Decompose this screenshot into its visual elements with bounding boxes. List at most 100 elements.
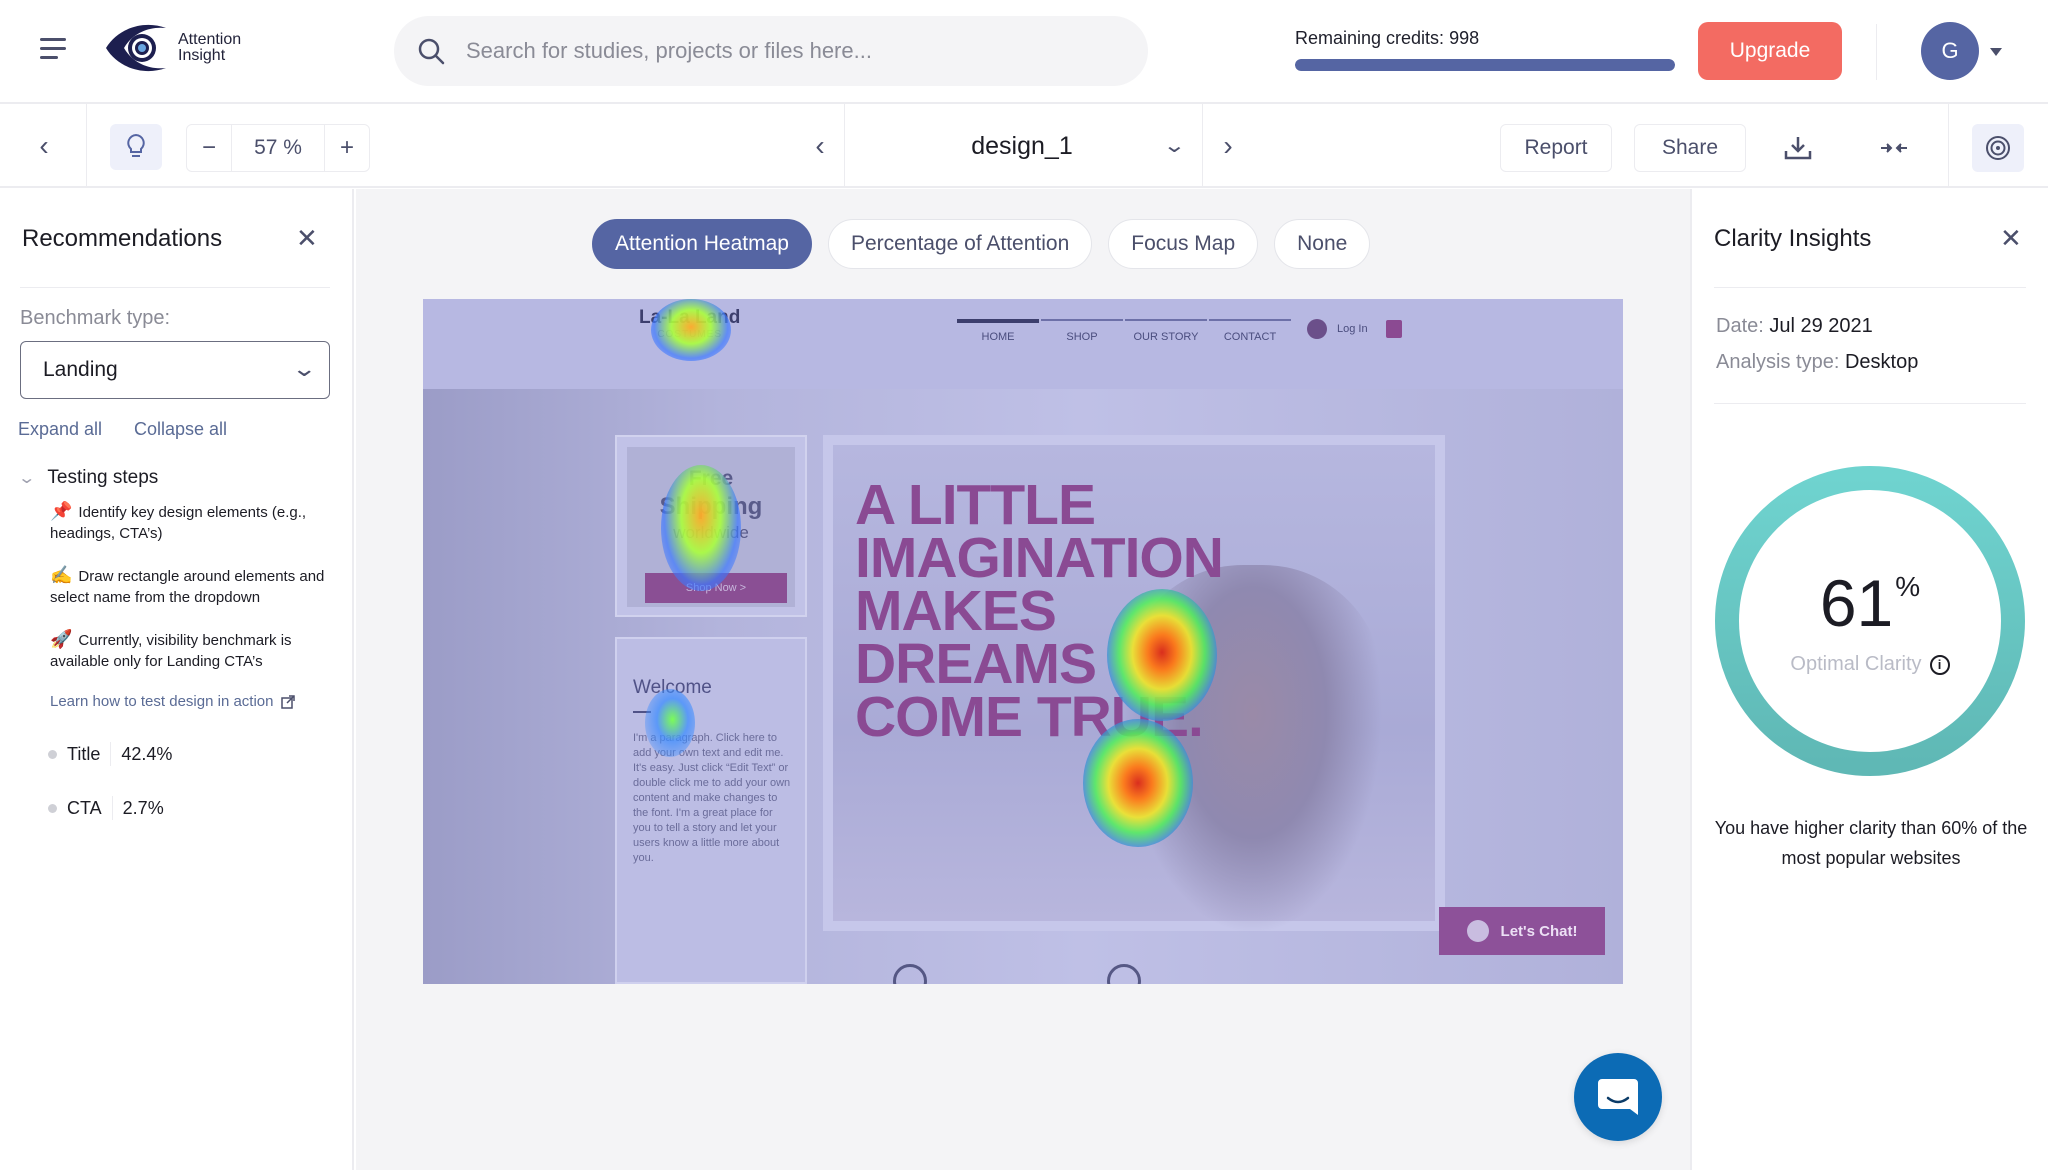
info-icon[interactable]: i: [1929, 654, 1950, 675]
chevron-down-icon: ⌄: [17, 470, 37, 487]
preview-login: Log In: [1307, 319, 1402, 339]
preview-welcome-text: I'm a paragraph. Click here to add your …: [633, 732, 791, 864]
clarity-insights-panel: Clarity Insights ✕ Date: Jul 29 2021 Ana…: [1690, 189, 2048, 1170]
preview-welcome-card: Welcome I'm a paragraph. Click here to a…: [615, 637, 807, 984]
chevron-down-icon: ⌄: [1162, 135, 1186, 157]
close-icon[interactable]: ✕: [296, 225, 318, 251]
share-button[interactable]: Share: [1634, 124, 1746, 172]
zoom-out-button[interactable]: −: [187, 125, 231, 171]
logo-text: Attention Insight: [178, 32, 241, 64]
credits-progress-bar: [1295, 59, 1675, 71]
learn-how-link[interactable]: Learn how to test design in action: [50, 693, 296, 710]
logo[interactable]: Attention Insight: [104, 22, 241, 74]
target-icon: [1986, 136, 2010, 160]
divider: [1714, 287, 2026, 288]
preview-site-header: La-La Land COSTUMES HOME SHOP OUR STORY …: [423, 299, 1623, 389]
preview-brand-name: La-La Land: [639, 307, 741, 328]
recommendations-toggle-button[interactable]: [110, 124, 162, 170]
tab-none[interactable]: None: [1274, 219, 1371, 269]
step-text: Currently, visibility benchmark is avail…: [50, 632, 292, 670]
chevron-right-icon: ›: [1223, 130, 1233, 161]
panel-title: Clarity Insights: [1714, 225, 1872, 252]
panel-title: Recommendations: [22, 225, 223, 252]
metric-row-title[interactable]: Title 42.4%: [48, 742, 172, 766]
chat-support-button[interactable]: [1574, 1053, 1662, 1141]
preview-promo-card: Free Shipping worldwide Shop Now >: [615, 435, 807, 617]
status-dot: [48, 749, 57, 759]
smiley-icon: [1466, 920, 1489, 942]
preview-nav-item: SHOP: [1041, 319, 1123, 343]
chat-bubble-icon: [1598, 1079, 1638, 1115]
user-icon: [1307, 319, 1327, 339]
testing-step: 📌 Identify key design elements (e.g., hea…: [50, 501, 340, 544]
date-value: Jul 29 2021: [1769, 315, 1873, 337]
preview-chat-label: Let's Chat!: [1500, 922, 1578, 940]
design-name: design_1: [971, 131, 1073, 160]
clarity-score: 61%: [1714, 565, 2026, 641]
metric-value: 2.7%: [122, 797, 164, 818]
chevron-down-icon: ⌄: [290, 356, 317, 381]
menu-icon[interactable]: [40, 38, 68, 64]
step-text: Draw rectangle around elements and selec…: [50, 568, 325, 606]
divider: [633, 711, 651, 713]
previous-design-button[interactable]: ‹: [798, 122, 842, 170]
metric-row-cta[interactable]: CTA 2.7%: [48, 796, 164, 820]
preview-login-text: Log In: [1337, 323, 1368, 335]
preview-welcome-title: Welcome: [633, 677, 712, 698]
divider: [110, 742, 112, 766]
report-button[interactable]: Report: [1500, 124, 1612, 172]
chevron-left-icon: ‹: [815, 130, 825, 161]
preview-headline-line: A LITTLE: [855, 473, 1096, 537]
zoom-level: 57 %: [231, 125, 325, 171]
upgrade-button[interactable]: Upgrade: [1698, 22, 1842, 80]
testing-step: 🚀 Currently, visibility benchmark is avai…: [50, 629, 340, 672]
tab-focus-map[interactable]: Focus Map: [1108, 219, 1259, 269]
testing-steps-toggle[interactable]: ⌄ Testing steps: [17, 467, 158, 489]
metric-value: 42.4%: [121, 743, 173, 764]
tab-percentage-of-attention[interactable]: Percentage of Attention: [827, 219, 1093, 269]
preview-hero: Free Shipping worldwide Shop Now > Welco…: [423, 389, 1623, 984]
zoom-in-button[interactable]: +: [325, 125, 369, 171]
preview-shop-now-button: Shop Now >: [645, 573, 787, 603]
divider: [111, 796, 113, 820]
preview-circle-icon: [893, 964, 927, 984]
benchmark-type-select[interactable]: Landing ⌄: [20, 341, 330, 399]
lightbulb-icon: [127, 133, 145, 157]
close-icon[interactable]: ✕: [2000, 225, 2022, 251]
preview-nav-item: HOME: [957, 319, 1039, 343]
next-design-button[interactable]: ›: [1206, 122, 1250, 170]
pushpin-icon: 📌: [50, 501, 73, 521]
expand-all-button[interactable]: Expand all: [18, 419, 102, 440]
preview-chat-button: Let's Chat!: [1439, 907, 1605, 955]
recommendations-panel: Recommendations ✕ Benchmark type: Landin…: [0, 189, 354, 1170]
tab-attention-heatmap[interactable]: Attention Heatmap: [592, 219, 812, 269]
design-preview[interactable]: La-La Land COSTUMES HOME SHOP OUR STORY …: [423, 299, 1623, 984]
divider: [86, 104, 87, 188]
clarity-comparison-note: You have higher clarity than 60% of the …: [1714, 818, 2028, 868]
avatar[interactable]: G: [1921, 22, 1979, 80]
download-button[interactable]: [1776, 124, 1820, 172]
credits-meter: Remaining credits: 998: [1295, 28, 1675, 71]
preview-bottom-icons: [893, 964, 1141, 984]
analysis-date: Date: Jul 29 2021: [1716, 315, 1873, 338]
shopping-bag-icon: [1385, 320, 1402, 338]
compare-button[interactable]: [1872, 124, 1916, 172]
clarity-toggle-button[interactable]: [1972, 124, 2024, 172]
clarity-score-unit: %: [1895, 571, 1921, 602]
caret-down-icon[interactable]: [1990, 48, 2002, 56]
divider: [1202, 104, 1203, 188]
metric-name: Title: [67, 743, 101, 764]
search-input[interactable]: [466, 38, 1066, 64]
divider: [1876, 24, 1877, 80]
preview-brand: La-La Land COSTUMES: [639, 307, 740, 340]
design-selector[interactable]: design_1: [842, 104, 1202, 188]
search-bar[interactable]: [394, 16, 1148, 86]
preview-promo-line: worldwide: [673, 523, 749, 542]
clarity-score-label: Optimal Clarity i: [1714, 653, 2026, 676]
logo-line-1: Attention: [178, 31, 242, 48]
design-dropdown-button[interactable]: ⌄: [1162, 132, 1186, 160]
date-label: Date:: [1716, 315, 1764, 337]
collapse-all-button[interactable]: Collapse all: [134, 419, 227, 440]
metric-name: CTA: [67, 797, 102, 818]
collapse-left-button[interactable]: ‹: [22, 122, 66, 170]
